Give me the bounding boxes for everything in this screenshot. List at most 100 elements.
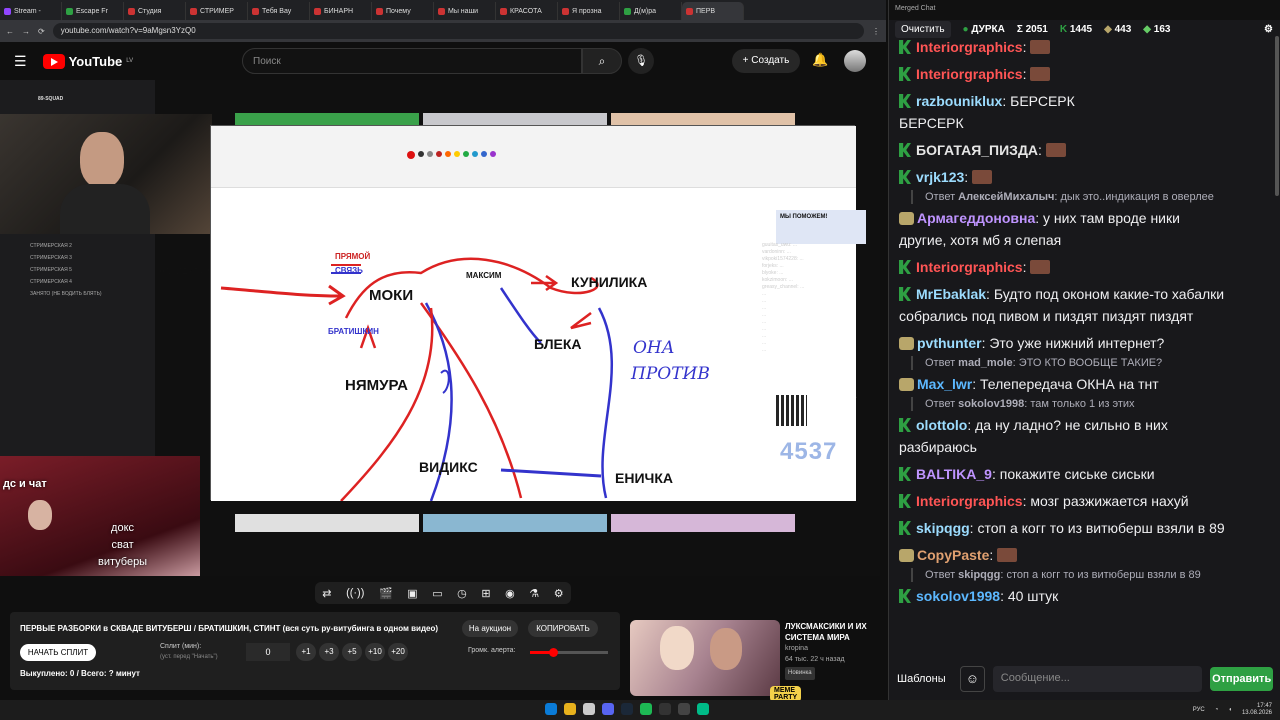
video-player[interactable]: 89-SQUAD СТРИМЕРСКАЯ 2 СТРИМЕРСКАЯ 3 СТРИМ…	[0, 80, 880, 576]
browser-tab[interactable]: Мы наши	[434, 2, 496, 20]
browser-tab[interactable]: СТРИМЕР	[186, 2, 248, 20]
templates-button[interactable]: Шаблоны	[897, 673, 952, 685]
label-svyaz: СВЯЗЬ	[335, 266, 363, 275]
volume-icon[interactable]: ◖	[1228, 707, 1232, 713]
obs-icon[interactable]	[659, 703, 671, 715]
split-sublabel: (уст. перед "Начать")	[160, 654, 218, 660]
add-icon[interactable]: ⊞	[481, 587, 490, 600]
label-bleka: БЛЕКА	[534, 336, 582, 352]
chat-username[interactable]: razbouniklux	[916, 93, 1002, 109]
send-button[interactable]: Отправить	[1210, 667, 1273, 691]
auction-button[interactable]: На аукцион	[462, 620, 518, 637]
chat-username[interactable]: sokolov1998	[916, 588, 1000, 604]
app-icon[interactable]	[678, 703, 690, 715]
browser-tab[interactable]: Stream -	[0, 2, 62, 20]
layout-icon[interactable]: ▭	[432, 587, 442, 600]
label-maksim: МАКСИМ	[466, 271, 502, 280]
browser-tab-bar: Stream - Escape Fr Студия СТРИМЕР Тебя Вау БИ…	[0, 0, 886, 20]
microphone-icon[interactable]: 🎙	[628, 48, 654, 74]
split-minutes-input[interactable]: 0	[246, 643, 290, 661]
chat-scrollbar[interactable]	[1275, 36, 1279, 196]
search-icon[interactable]: ⌕	[582, 48, 622, 74]
browser-tab[interactable]: КРАСОТА	[496, 2, 558, 20]
browser-tab[interactable]: ПЕРВ	[682, 2, 744, 20]
discord-icon[interactable]	[602, 703, 614, 715]
label-kunilika: КУНИЛИКА	[571, 274, 648, 290]
status-indicator: ● ДУРКА	[962, 23, 1005, 35]
wifi-icon[interactable]: ◔	[1215, 707, 1219, 713]
clapper-icon[interactable]: 🎬	[379, 587, 393, 600]
split-step-button[interactable]: +3	[319, 643, 339, 661]
steam-icon[interactable]	[621, 703, 633, 715]
chat-username[interactable]: BALTIKA_9	[916, 466, 992, 482]
alert-volume-slider[interactable]	[530, 648, 608, 657]
explorer-icon[interactable]	[583, 703, 595, 715]
back-icon[interactable]: ←	[6, 27, 14, 36]
chat-username[interactable]: olottolo	[916, 417, 967, 433]
emoji-icon[interactable]: ☺	[960, 666, 985, 692]
chat-username[interactable]: Max_lwr	[917, 376, 972, 392]
reload-icon[interactable]: ⟳	[38, 27, 45, 36]
help-overlay: МЫ ПОМОЖЕМ!	[776, 210, 866, 244]
split-step-button[interactable]: +20	[388, 643, 408, 661]
create-button[interactable]: + Создать	[732, 49, 800, 73]
picture-icon[interactable]: ▣	[407, 587, 417, 600]
browser-tab[interactable]: БИНАРН	[310, 2, 372, 20]
camera-icon[interactable]: ◉	[505, 587, 515, 600]
settings-icon[interactable]: ⚙	[1264, 24, 1273, 35]
paint-icon[interactable]	[697, 703, 709, 715]
start-split-button[interactable]: НАЧАТЬ СПЛИТ	[20, 644, 96, 661]
broadcast-icon[interactable]: ((·))	[346, 587, 364, 599]
copy-button[interactable]: КОПИРОВАТЬ	[528, 620, 598, 637]
youtube-logo[interactable]: YouTube LV	[42, 53, 133, 69]
chat-text: 40 штук	[1007, 588, 1059, 604]
recommended-thumbnail[interactable]: MEME PARTY	[630, 620, 802, 702]
recommended-video[interactable]: ЛУКСМАКСИКИ И ИХ СИСТЕМА МИРА kropina 64…	[785, 621, 885, 680]
chrome-icon[interactable]	[564, 703, 576, 715]
browser-tab[interactable]: Студия	[124, 2, 186, 20]
chat-username[interactable]: Армагеддоновна	[917, 210, 1035, 226]
clear-button[interactable]: Очистить	[895, 20, 951, 38]
chat-username[interactable]: Interiorgraphics	[916, 259, 1023, 275]
avatar[interactable]	[844, 50, 866, 72]
split-step-button[interactable]: +1	[296, 643, 316, 661]
message-input[interactable]: Сообщение...	[992, 666, 1203, 692]
chat-username[interactable]: Interiorgraphics	[916, 39, 1023, 55]
spotify-icon[interactable]	[640, 703, 652, 715]
language-indicator[interactable]: РУС	[1193, 707, 1205, 713]
chat-username[interactable]: skipqgg	[916, 520, 970, 536]
search-input[interactable]: Поиск	[242, 48, 582, 74]
split-step-button[interactable]: +10	[365, 643, 385, 661]
loop-icon[interactable]: ⇄	[322, 587, 331, 600]
notifications-icon[interactable]: 🔔	[812, 52, 828, 68]
youtube-header: ☰ YouTube LV Поиск ⌕ 🎙 + Создать 🔔	[0, 42, 886, 80]
paint-canvas[interactable]: ПРЯМОЙ СВЯЗЬ НАВИДИТ 89 МАКСИМ КУНИЛИКА …	[159, 188, 856, 501]
gear-icon[interactable]: ⚙	[554, 587, 564, 600]
chat-username[interactable]: CopyPaste	[917, 547, 989, 563]
extensions-icon[interactable]: ⋮	[872, 27, 880, 36]
tab-favicon-icon	[376, 7, 383, 15]
forward-icon[interactable]: →	[22, 27, 30, 36]
url-field[interactable]: youtube.com/watch?v=9aMgsn3YzQ0	[52, 23, 864, 39]
chat-username[interactable]: Interiorgraphics	[916, 66, 1023, 82]
emote-icon	[1030, 67, 1051, 81]
chat-username[interactable]: vrjk123	[916, 169, 964, 185]
split-step-button[interactable]: +5	[342, 643, 362, 661]
chat-username[interactable]: MrEbaklak	[916, 286, 986, 302]
start-icon[interactable]	[545, 703, 557, 715]
label-ona: ОНА	[633, 338, 675, 358]
chat-username[interactable]: БОГАТАЯ_ПИЗДА	[916, 142, 1038, 158]
clock[interactable]: 17:47 13.08.2026	[1242, 703, 1272, 717]
tab-favicon-icon	[4, 7, 11, 15]
menu-icon[interactable]: ☰	[14, 53, 27, 70]
browser-tab[interactable]: Тебя Вау	[248, 2, 310, 20]
browser-tab[interactable]: Escape Fr	[62, 2, 124, 20]
kick-badge-icon	[899, 287, 911, 301]
browser-tab[interactable]: Я прозна	[558, 2, 620, 20]
speed-icon[interactable]: ◷	[457, 587, 467, 600]
chat-username[interactable]: Interiorgraphics	[916, 493, 1023, 509]
chat-username[interactable]: pvthunter	[917, 335, 982, 351]
browser-tab[interactable]: Д(м)ра	[620, 2, 682, 20]
flask-icon[interactable]: ⚗	[529, 587, 539, 600]
browser-tab[interactable]: Почему	[372, 2, 434, 20]
